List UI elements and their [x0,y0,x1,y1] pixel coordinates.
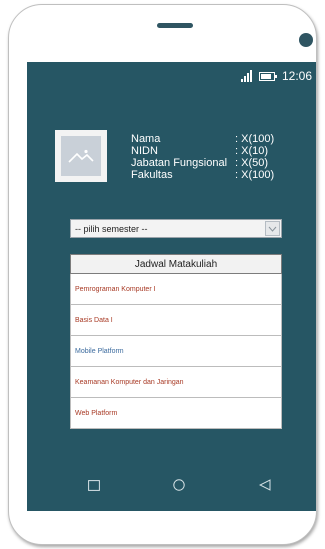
semester-dropdown-value: -- pilih semester -- [75,223,148,234]
profile-value: : X(10) [235,145,269,157]
profile-photo[interactable] [55,130,107,182]
app-screen: 12:06 Nama : X(100) NIDN : X(10) Jabatan… [27,62,316,511]
course-item-mobile-platform[interactable]: Mobile Platform [70,336,282,367]
course-item-web-platform[interactable]: Web Platform [70,398,282,429]
speaker-grille [157,23,193,28]
profile-row-jabatan: Jabatan Fungsional : X(50) [131,157,274,169]
profile-label: Nama [131,133,161,145]
status-bar: 12:06 [240,69,312,83]
profile-label: Fakultas [131,169,173,181]
status-time: 12:06 [281,69,312,83]
semester-dropdown[interactable]: -- pilih semester -- [70,219,282,238]
profile-label: NIDN [131,145,158,157]
course-item-basis-data[interactable]: Basis Data I [70,305,282,336]
profile-value: : X(100) [235,169,275,181]
schedule-table: Jadwal Matakuliah Pemrograman Komputer I… [70,254,282,429]
phone-frame: 12:06 Nama : X(100) NIDN : X(10) Jabatan… [8,4,317,545]
profile-row-nama: Nama : X(100) [131,133,274,145]
battery-icon [258,71,277,81]
front-camera [299,33,313,47]
circle-home-icon[interactable] [173,478,185,496]
chevron-down-icon[interactable] [265,221,280,236]
profile-label: Jabatan Fungsional [131,157,228,169]
triangle-back-icon[interactable] [258,478,271,496]
android-nav-bar [27,462,316,502]
schedule-table-header: Jadwal Matakuliah [70,254,282,274]
signal-icon [240,70,252,82]
square-recents-icon[interactable] [88,478,100,496]
course-item-pemrograman-komputer[interactable]: Pemrograman Komputer I [70,274,282,305]
image-placeholder-icon [61,136,101,176]
lecturer-profile-info: Nama : X(100) NIDN : X(10) Jabatan Fungs… [131,133,274,181]
profile-row-nidn: NIDN : X(10) [131,145,274,157]
course-item-keamanan-komputer[interactable]: Keamanan Komputer dan Jaringan [70,367,282,398]
profile-row-fakultas: Fakultas : X(100) [131,169,274,181]
profile-value: : X(50) [235,157,269,169]
profile-value: : X(100) [235,133,275,145]
